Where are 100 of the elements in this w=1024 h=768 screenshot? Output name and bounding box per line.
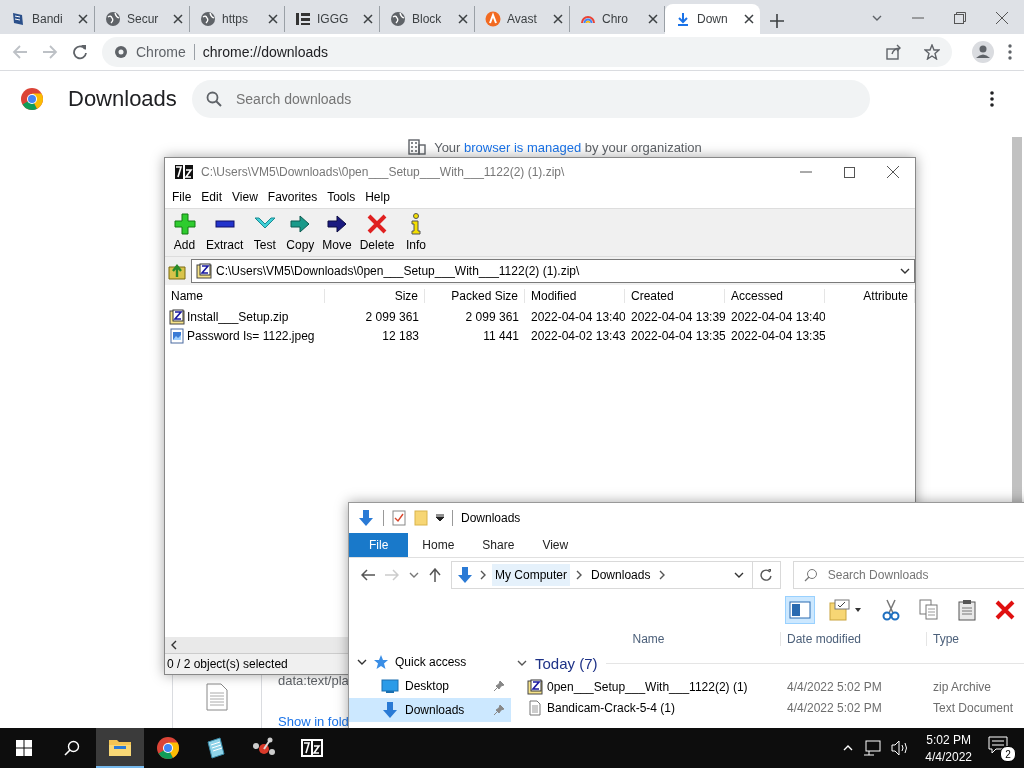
expand-icon bbox=[357, 657, 367, 667]
search-field[interactable]: Search Downloads bbox=[792, 561, 1024, 589]
volume-icon[interactable] bbox=[891, 740, 910, 756]
clock-time[interactable]: 5:02 PM bbox=[926, 732, 971, 747]
toolbar-button[interactable]: Info bbox=[398, 213, 434, 252]
refresh-button[interactable] bbox=[751, 561, 781, 589]
group-header[interactable]: Today (7) bbox=[535, 654, 598, 672]
browser-tab[interactable]: https bbox=[190, 6, 285, 32]
ribbon-tab[interactable]: Home bbox=[408, 533, 469, 557]
properties-icon[interactable] bbox=[392, 510, 406, 526]
browser-tab[interactable]: IGGG bbox=[285, 6, 380, 32]
browser-tab[interactable]: Secur bbox=[95, 6, 190, 32]
column-header[interactable]: Type bbox=[927, 632, 1024, 646]
search-icon[interactable] bbox=[64, 740, 80, 756]
address-bar[interactable]: My Computer Downloads bbox=[451, 561, 753, 589]
managed-link[interactable]: browser is managed bbox=[464, 139, 582, 155]
toolbar-button[interactable]: Add bbox=[167, 213, 202, 252]
table-cell: Password Is= 1122.jpeg bbox=[165, 327, 325, 344]
menu-item[interactable]: Help bbox=[360, 190, 395, 204]
archiver-icon[interactable] bbox=[173, 163, 195, 181]
close-icon[interactable] bbox=[887, 166, 899, 178]
up-icon[interactable] bbox=[429, 568, 441, 582]
nav-item[interactable]: Desktop bbox=[349, 674, 511, 698]
toolbar-button[interactable]: Copy bbox=[282, 213, 319, 252]
close-icon[interactable] bbox=[648, 14, 658, 24]
toolbar-button[interactable]: Test bbox=[247, 213, 283, 252]
close-icon[interactable] bbox=[458, 14, 468, 24]
column-header[interactable]: Name bbox=[511, 632, 781, 646]
info-icon bbox=[408, 213, 423, 235]
chrome-icon[interactable] bbox=[156, 736, 180, 760]
ribbon-tab[interactable]: File bbox=[349, 533, 409, 557]
column-header[interactable]: Accessed bbox=[725, 289, 825, 303]
nav-item[interactable]: Quick access bbox=[349, 650, 511, 674]
taskbar-app[interactable] bbox=[96, 728, 144, 768]
close-icon[interactable] bbox=[173, 14, 183, 24]
close-icon[interactable] bbox=[744, 14, 754, 24]
start-icon[interactable] bbox=[16, 740, 32, 756]
notepad-icon[interactable] bbox=[204, 736, 228, 760]
maximize-icon[interactable] bbox=[844, 166, 855, 178]
archiver-icon[interactable] bbox=[301, 739, 323, 757]
scissors-icon bbox=[881, 599, 901, 621]
ribbon-tab[interactable]: View bbox=[528, 533, 583, 557]
column-header[interactable]: Modified bbox=[525, 289, 625, 303]
folder-icon[interactable] bbox=[108, 737, 132, 757]
address-bar[interactable]: Chrome chrome://downloads bbox=[102, 37, 952, 67]
column-header[interactable]: Packed Size bbox=[425, 289, 525, 303]
reload-icon[interactable] bbox=[72, 44, 88, 60]
scrollbar[interactable] bbox=[165, 637, 349, 653]
page-title: Downloads bbox=[68, 86, 178, 112]
share-icon[interactable] bbox=[886, 44, 902, 60]
browser-tab[interactable]: Down bbox=[665, 4, 760, 34]
caret-icon[interactable] bbox=[436, 514, 444, 522]
toolbar-button[interactable]: Extract bbox=[202, 213, 248, 252]
breadcrumb[interactable]: Downloads bbox=[588, 564, 654, 586]
show-in-folder-link[interactable]: Show in fold bbox=[278, 714, 349, 729]
notifications-button[interactable]: 2 bbox=[988, 736, 1016, 760]
download-icon bbox=[456, 566, 474, 584]
globe-icon bbox=[390, 11, 406, 27]
ribbon-tab[interactable]: Share bbox=[468, 533, 529, 557]
pin-icon[interactable] bbox=[493, 680, 505, 692]
browser-tab[interactable]: Block bbox=[380, 6, 475, 32]
profile-icon[interactable] bbox=[972, 41, 994, 63]
plus-icon[interactable] bbox=[770, 14, 784, 28]
menu-item[interactable]: Tools bbox=[322, 190, 361, 204]
menu-item[interactable]: Edit bbox=[196, 190, 228, 204]
close-icon[interactable] bbox=[268, 14, 278, 24]
menu-icon[interactable] bbox=[990, 91, 994, 107]
clock-date[interactable]: 4/4/2022 bbox=[925, 749, 972, 764]
column-header[interactable]: Name bbox=[165, 289, 325, 303]
column-header[interactable]: Attribute bbox=[825, 289, 915, 303]
document-icon bbox=[10, 11, 26, 27]
file-name[interactable]: 0pen___Setup___With___1122(2) (1) bbox=[511, 678, 781, 695]
browser-tab[interactable]: Bandi bbox=[0, 6, 95, 32]
properties-icon bbox=[829, 599, 863, 621]
restore-icon[interactable] bbox=[954, 12, 966, 24]
close-icon[interactable] bbox=[553, 14, 563, 24]
breadcrumb[interactable]: My Computer bbox=[492, 564, 571, 586]
back-icon[interactable] bbox=[361, 569, 375, 581]
tab-search-icon bbox=[872, 13, 882, 23]
browser-tab[interactable]: Avast bbox=[475, 6, 570, 32]
menu-item[interactable]: Favorites bbox=[262, 190, 323, 204]
file-date: 4/4/2022 5:02 PM bbox=[786, 679, 883, 694]
close-icon[interactable] bbox=[996, 12, 1008, 24]
pin-icon[interactable] bbox=[493, 704, 505, 716]
network-icon[interactable] bbox=[863, 740, 882, 756]
star-icon[interactable] bbox=[924, 44, 940, 60]
column-header[interactable]: Size bbox=[325, 289, 425, 303]
toolbar-button[interactable]: Move bbox=[318, 213, 356, 252]
nav-item[interactable]: Downloads bbox=[349, 698, 511, 722]
menu-item[interactable]: File bbox=[167, 190, 197, 204]
file-name[interactable]: Bandicam-Crack-5-4 (1) bbox=[511, 699, 781, 716]
column-header[interactable]: Date modified bbox=[781, 632, 927, 646]
menu-item[interactable]: View bbox=[227, 190, 263, 204]
menu-icon[interactable] bbox=[1008, 44, 1012, 60]
toolbar-button[interactable]: Delete bbox=[355, 213, 399, 252]
toolbar-button[interactable] bbox=[785, 596, 815, 624]
close-icon[interactable] bbox=[78, 14, 88, 24]
path-field[interactable]: C:\Users\VM5\Downloads\0pen___Setup___With___1122(2) (1).zip\ bbox=[191, 259, 915, 283]
close-icon[interactable] bbox=[363, 14, 373, 24]
column-header[interactable]: Created bbox=[625, 289, 725, 303]
